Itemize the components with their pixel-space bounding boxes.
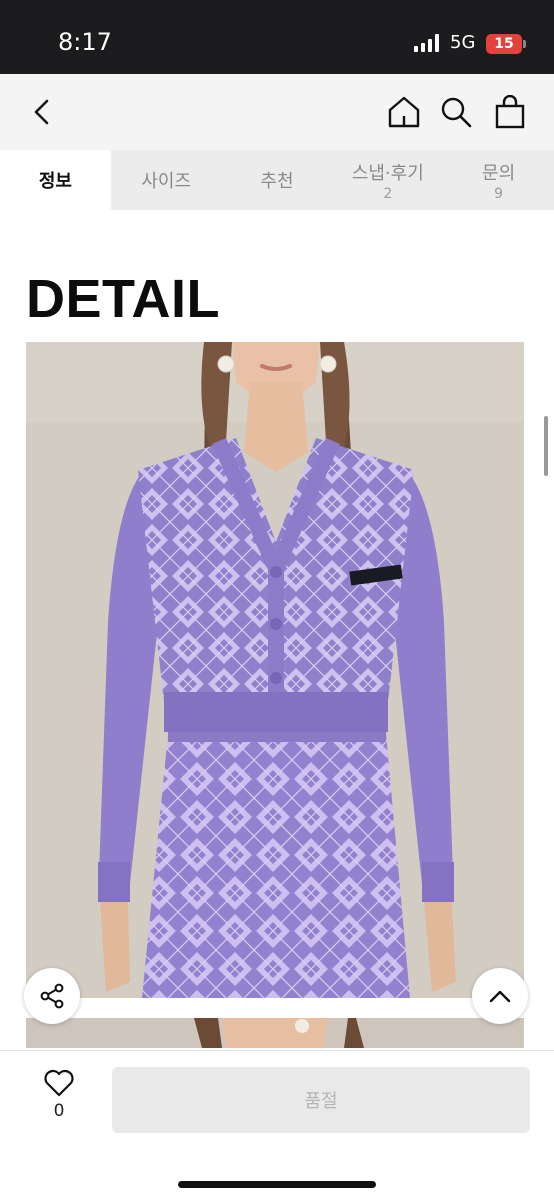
- tab-label: 정보: [38, 171, 72, 192]
- status-bar: 8:17 5G 15: [0, 0, 554, 74]
- network-label: 5G: [450, 32, 476, 53]
- tab-label: 스냅·후기: [351, 162, 424, 184]
- signal-icon: [414, 34, 442, 52]
- home-icon[interactable]: [384, 92, 424, 132]
- scroll-top-button[interactable]: [472, 968, 528, 1024]
- sold-out-button[interactable]: 품절: [112, 1067, 530, 1133]
- tab-info[interactable]: 정보: [0, 150, 111, 210]
- second-product-image: [26, 1018, 524, 1048]
- top-nav: [0, 74, 554, 150]
- tab-inquiry[interactable]: 문의 9: [443, 150, 554, 210]
- heart-icon: [44, 1069, 74, 1097]
- share-icon: [40, 983, 64, 1009]
- bottom-action-bar: 0 품절: [0, 1050, 554, 1200]
- image-gap: [26, 998, 524, 1018]
- like-button[interactable]: 0: [30, 1069, 88, 1133]
- tab-label: 추천: [260, 171, 294, 192]
- chevron-up-icon: [489, 990, 511, 1003]
- like-count: 0: [53, 1101, 65, 1121]
- tab-snap-review[interactable]: 스냅·후기 2: [332, 150, 443, 210]
- tab-label: 사이즈: [141, 171, 192, 192]
- tab-count: 2: [383, 185, 393, 202]
- search-icon[interactable]: [436, 92, 476, 132]
- shopping-bag-icon[interactable]: [490, 92, 530, 132]
- battery-icon: 15: [486, 34, 522, 54]
- tab-bar: 정보 사이즈 추천 스냅·후기 2 문의 9: [0, 150, 554, 210]
- home-indicator: [178, 1181, 376, 1188]
- tab-recommend[interactable]: 추천: [222, 150, 333, 210]
- tab-count: 9: [494, 185, 504, 202]
- tab-size[interactable]: 사이즈: [111, 150, 222, 210]
- status-time: 8:17: [58, 28, 112, 56]
- scrollbar[interactable]: [544, 416, 548, 476]
- battery-cap: [523, 40, 526, 48]
- back-arrow-icon[interactable]: [22, 92, 62, 132]
- product-image: [26, 342, 524, 998]
- share-button[interactable]: [24, 968, 80, 1024]
- tab-label: 문의: [482, 162, 516, 184]
- section-title: DETAIL: [26, 269, 220, 329]
